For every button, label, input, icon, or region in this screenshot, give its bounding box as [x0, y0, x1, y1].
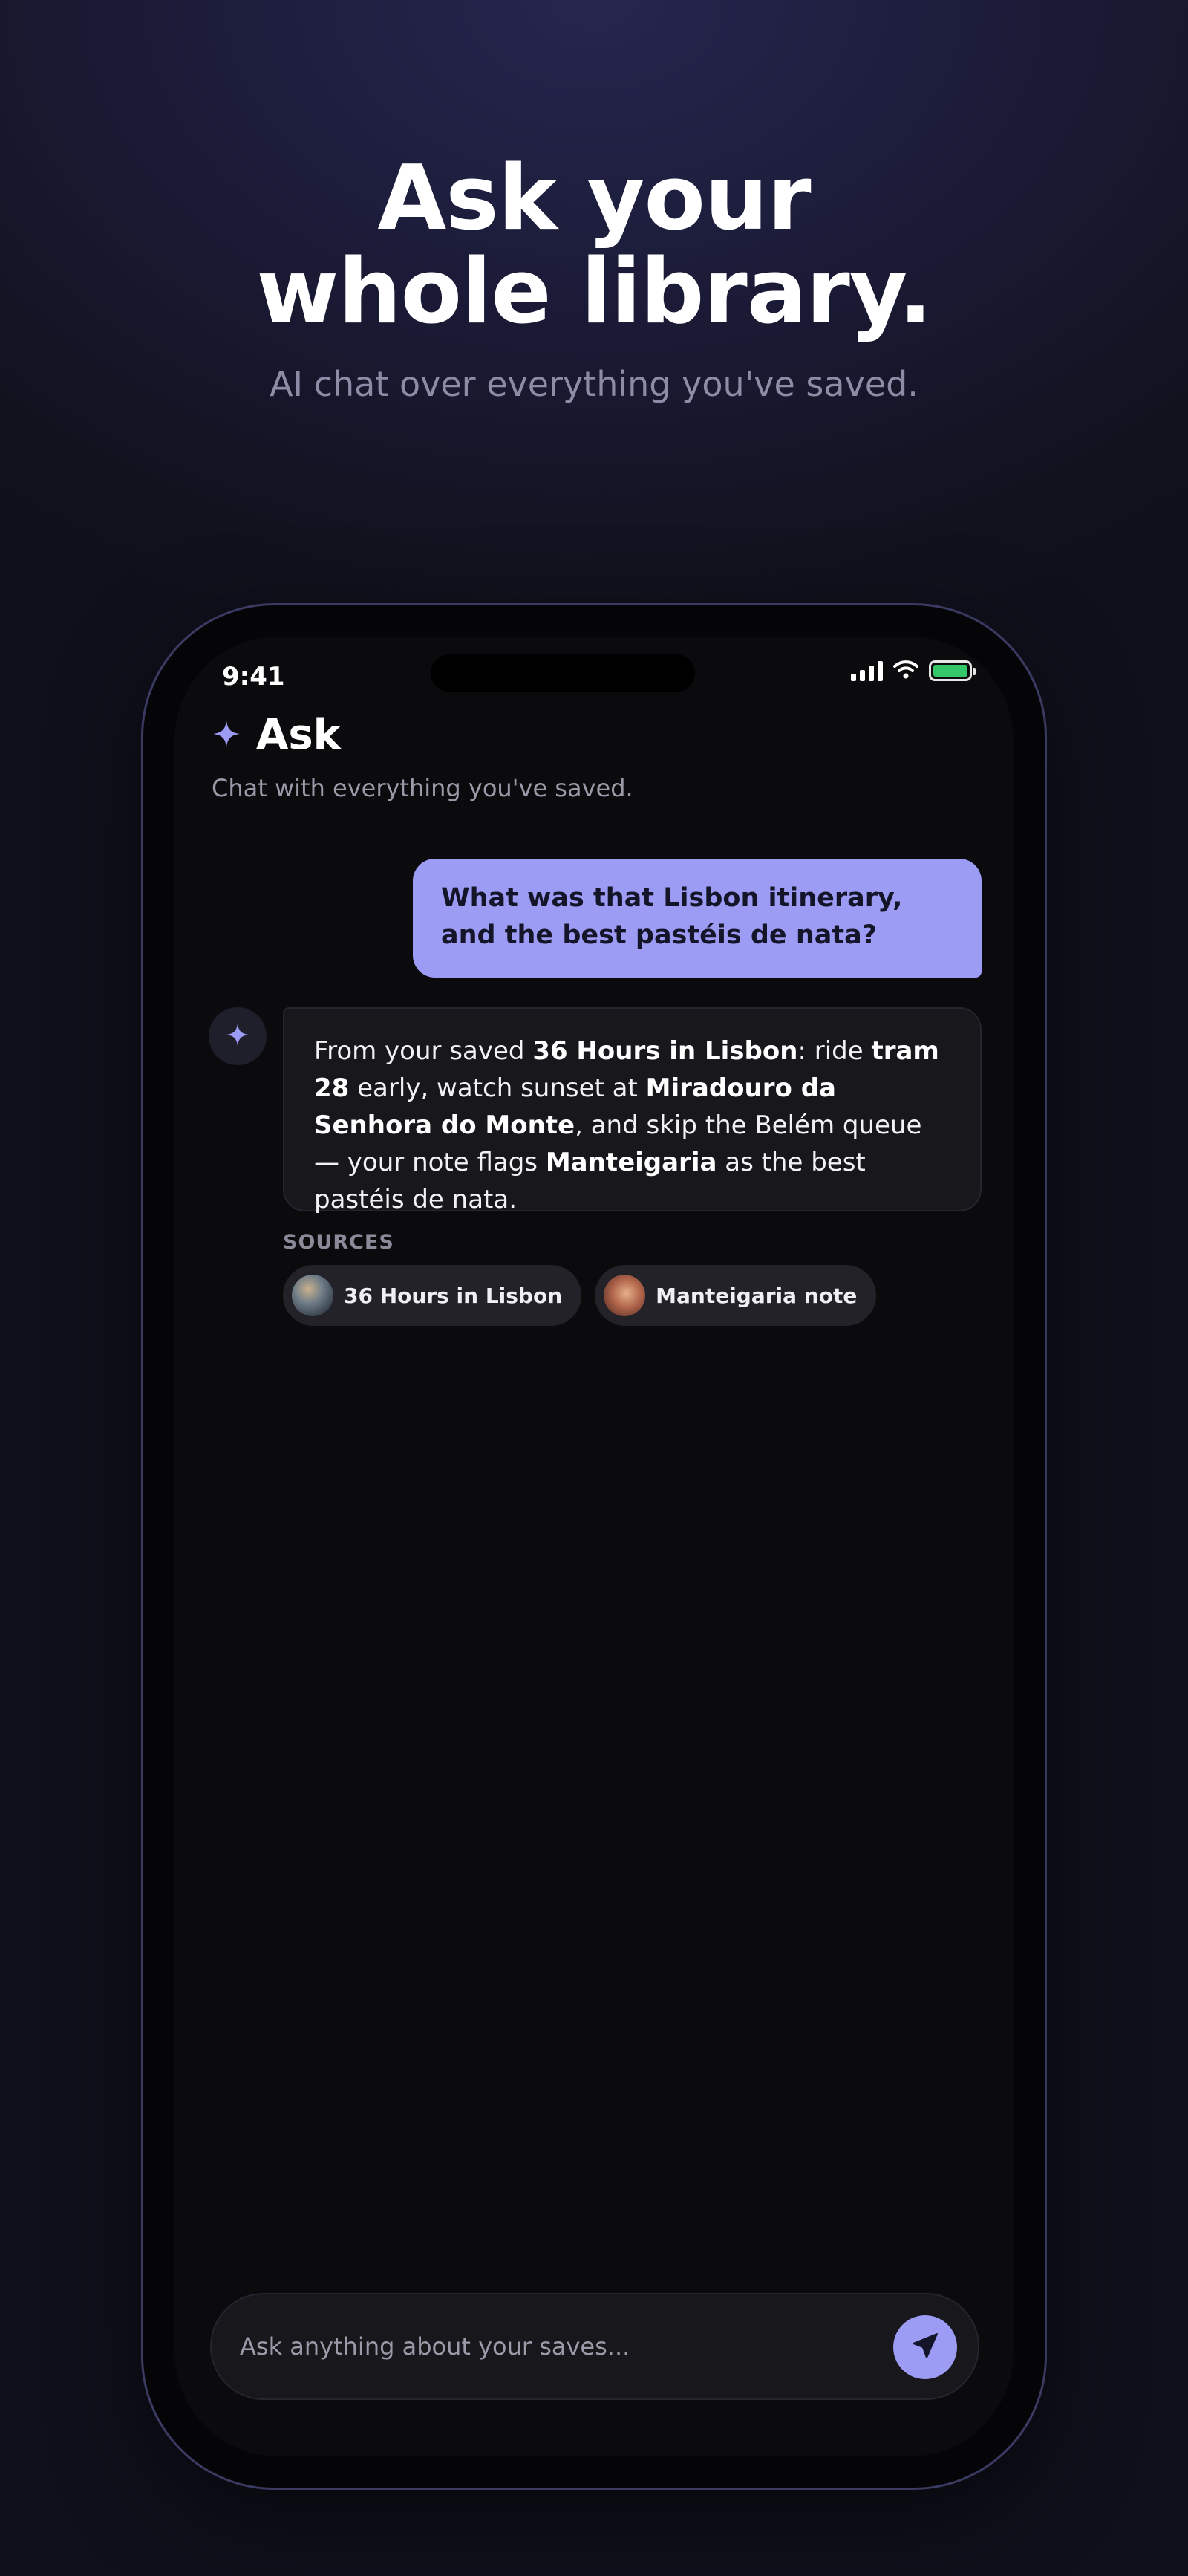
ai-message-bubble: From your saved 36 Hours in Lisbon: ride…	[283, 1007, 982, 1214]
hero-title-line-1: Ask your	[377, 147, 811, 250]
battery-icon	[929, 660, 976, 681]
page-subtitle: Chat with everything you've saved.	[212, 774, 633, 802]
chat-input[interactable]	[240, 2324, 864, 2369]
source-thumbnail	[292, 1275, 333, 1316]
ai-bold-text: 36 Hours in Lisbon	[532, 1036, 798, 1066]
ai-text: From your saved	[314, 1036, 533, 1066]
send-button[interactable]	[893, 2315, 957, 2379]
wifi-icon	[893, 659, 918, 683]
hero-title-line-2: whole library.	[256, 241, 932, 344]
source-chips: 36 Hours in Lisbon Manteigaria note	[283, 1265, 877, 1326]
ai-bold-text: Manteigaria	[545, 1148, 717, 1177]
sparkle-icon	[212, 719, 241, 752]
phone-screen: 9:41 Ask Chat with everything you've sav…	[174, 637, 1014, 2456]
sparkle-icon	[225, 1022, 250, 1050]
signal-icon	[851, 660, 883, 681]
sources-label: SOURCES	[283, 1231, 394, 1254]
status-time: 9:41	[222, 662, 285, 692]
ai-avatar	[209, 1007, 267, 1065]
phone-frame: 9:41 Ask Chat with everything you've sav…	[141, 603, 1047, 2490]
source-chip-lisbon[interactable]: 36 Hours in Lisbon	[283, 1265, 582, 1326]
source-chip-manteigaria[interactable]: Manteigaria note	[595, 1265, 877, 1326]
source-thumbnail	[604, 1275, 646, 1316]
source-chip-label: Manteigaria note	[656, 1283, 858, 1308]
battery-level	[933, 665, 967, 677]
ai-text: : ride	[797, 1036, 872, 1066]
hero-title: Ask your whole library.	[0, 152, 1188, 339]
page-header: Ask	[212, 711, 341, 759]
status-icons	[851, 659, 976, 683]
page-title: Ask	[256, 711, 341, 759]
send-arrow-icon	[910, 2331, 940, 2364]
chat-composer	[210, 2293, 979, 2400]
source-chip-label: 36 Hours in Lisbon	[344, 1283, 563, 1308]
hero-subtitle: AI chat over everything you've saved.	[270, 364, 918, 404]
dynamic-island	[431, 654, 695, 692]
user-message-bubble: What was that Lisbon itinerary, and the …	[413, 859, 982, 978]
ai-text: early, watch sunset at	[349, 1073, 646, 1103]
